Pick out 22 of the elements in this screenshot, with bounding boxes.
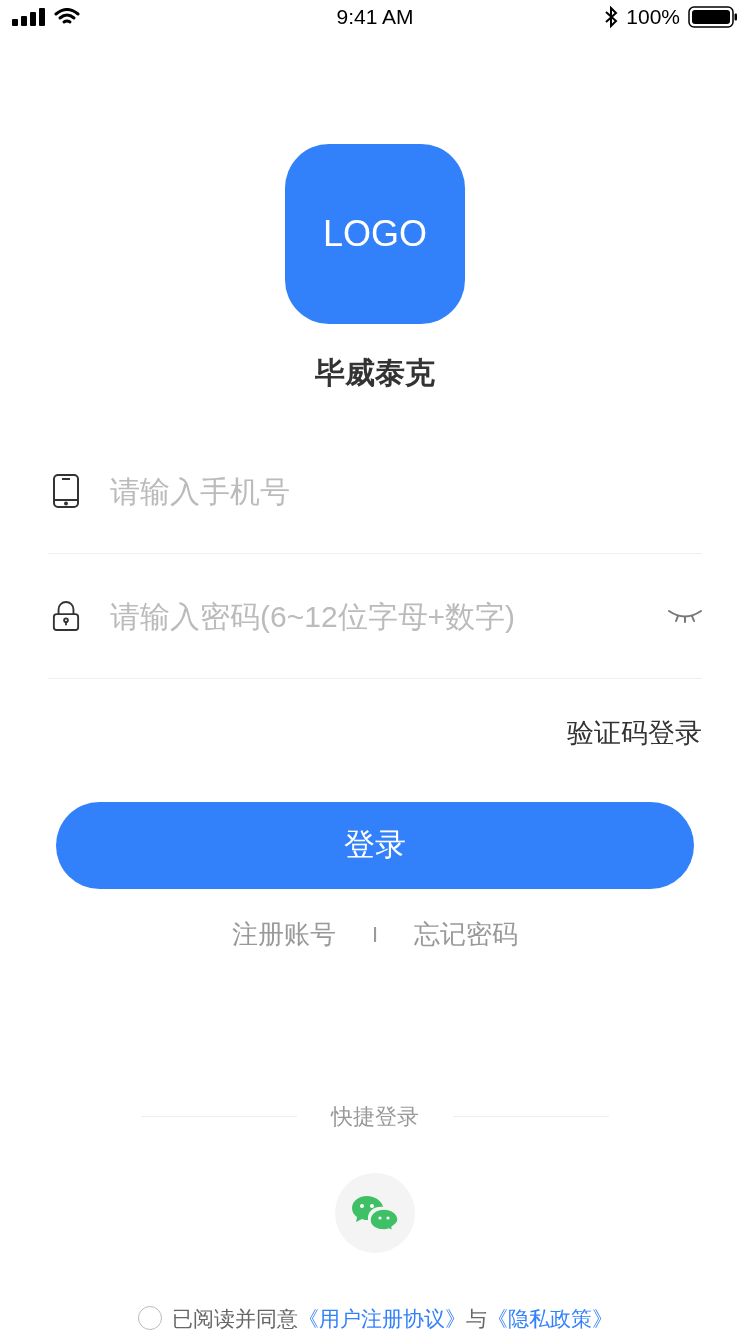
user-agreement-link[interactable]: 《用户注册协议》 — [297, 1306, 466, 1330]
app-name: 毕威泰克 — [315, 355, 435, 391]
forgot-password-link[interactable]: 忘记密码 — [414, 914, 519, 954]
battery-icon — [688, 6, 738, 28]
quick-login-title: 快捷登录 — [331, 1102, 419, 1131]
battery-percent: 100% — [626, 4, 680, 31]
status-time: 9:41 AM — [336, 4, 414, 31]
bluetooth-icon — [604, 6, 619, 28]
register-link[interactable]: 注册账号 — [231, 914, 336, 954]
chat-bubbles-icon — [351, 1193, 399, 1232]
sms-login-link[interactable]: 验证码登录 — [567, 713, 702, 754]
phone-field[interactable]: 请输入手机号 — [110, 468, 702, 514]
eye-closed-icon[interactable] — [668, 608, 702, 624]
agreement-text: 已阅读并同意《用户注册协议》与《隐私政策》 — [171, 1305, 613, 1332]
app-logo: LOGO — [285, 144, 465, 324]
link-separator: I — [371, 920, 379, 949]
signal-icon — [12, 8, 46, 26]
password-field[interactable]: 请输入密码(6~12位字母+数字) — [110, 593, 638, 639]
privacy-policy-link[interactable]: 《隐私政策》 — [486, 1306, 613, 1330]
login-button[interactable]: 登录 — [56, 801, 694, 889]
lock-icon — [52, 599, 80, 633]
phone-icon — [52, 473, 80, 509]
